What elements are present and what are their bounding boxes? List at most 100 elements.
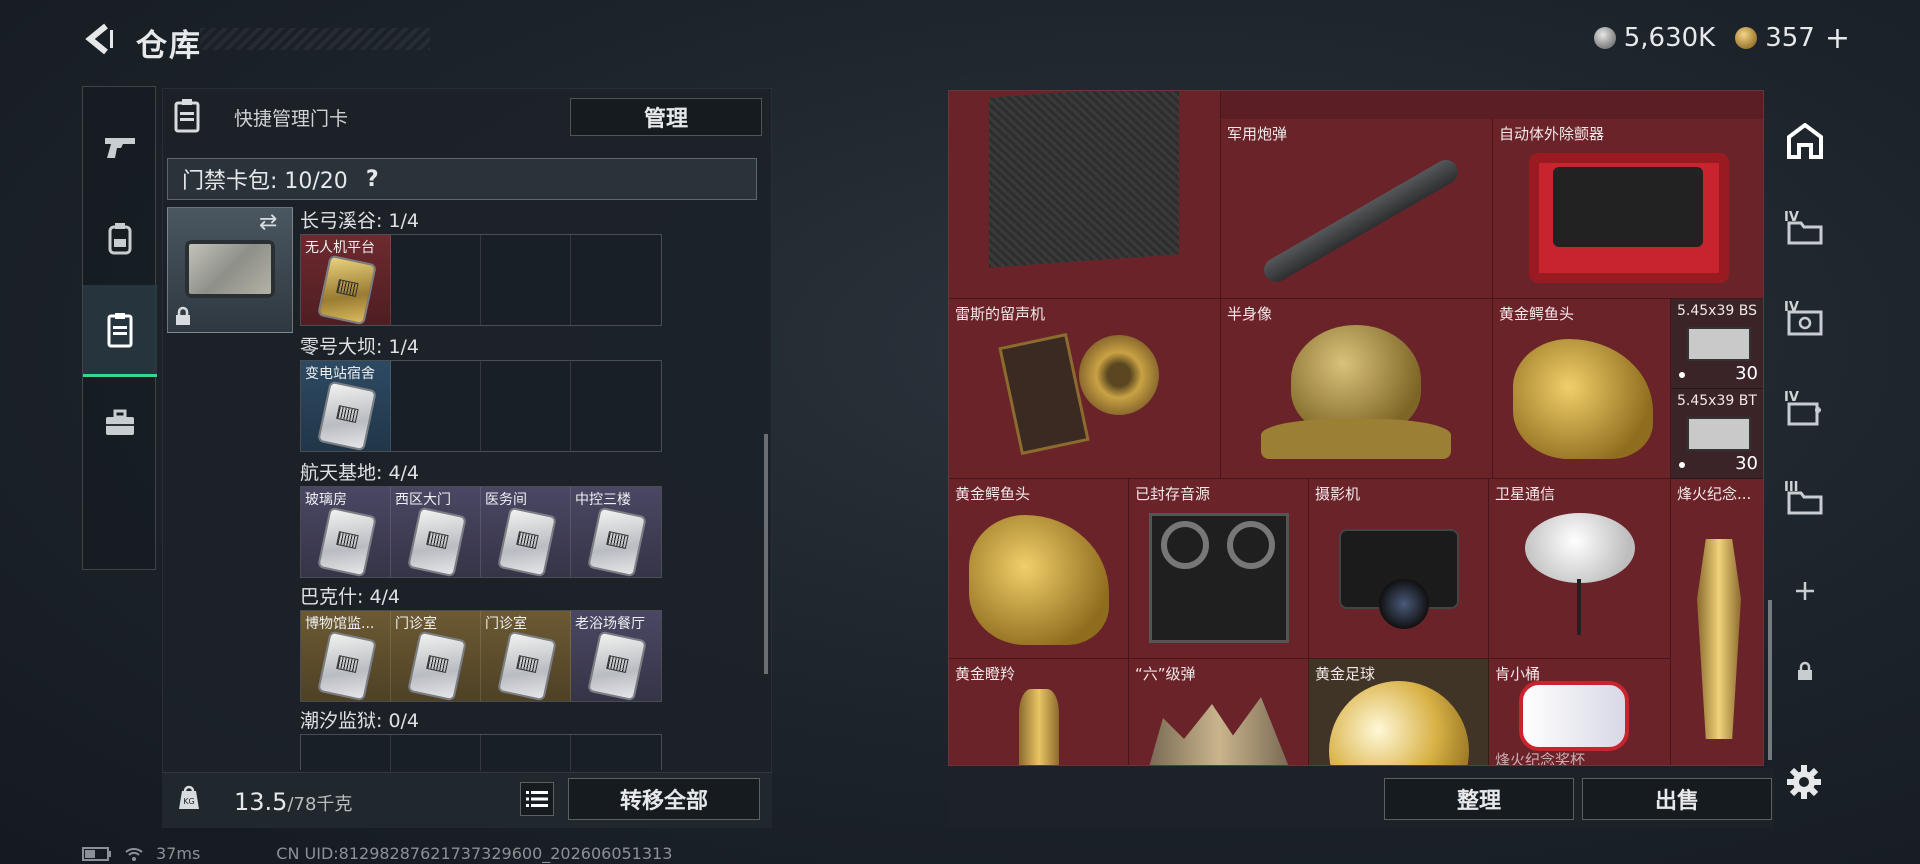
inventory-item[interactable]: 5.45x39 BS 30 — [1671, 299, 1763, 389]
keycard-slot[interactable]: 医务间 — [481, 487, 571, 577]
slot-name: 变电站宿舍 — [305, 366, 375, 382]
item-label: 军用炮弹 — [1227, 125, 1288, 143]
empty-slot[interactable] — [481, 235, 571, 325]
tab-supplies[interactable] — [83, 377, 157, 469]
sell-button[interactable]: 出售 — [1582, 778, 1772, 820]
briefcase-icon — [106, 409, 134, 435]
ping-value: 37ms — [156, 844, 201, 863]
inventory-item[interactable]: 卫星通信 — [1489, 479, 1671, 659]
keycard-image — [319, 509, 375, 575]
lock-icon — [174, 306, 192, 326]
back-button[interactable] — [78, 18, 120, 60]
keycard-image — [319, 257, 375, 323]
transfer-all-button[interactable]: 转移全部 — [568, 778, 760, 820]
keycard-slot[interactable]: 变电站宿舍 — [301, 361, 391, 451]
item-label: 烽火纪念奖杯 — [1495, 751, 1586, 766]
empty-slot[interactable] — [571, 361, 661, 451]
inventory-item[interactable]: “六”级弹 — [1129, 659, 1309, 765]
reel-left — [1161, 521, 1209, 569]
item-label: “六”级弹 — [1135, 665, 1196, 683]
inventory-item[interactable]: 已封存音源 — [1129, 479, 1309, 659]
empty-slot[interactable] — [391, 361, 481, 451]
inventory-item[interactable]: 军用炮弹 — [1221, 119, 1493, 299]
inventory-item[interactable]: 黄金鳄鱼头 — [949, 479, 1129, 659]
weight-max-value: /78千克 — [287, 794, 353, 815]
tab-equipment[interactable] — [83, 193, 157, 285]
empty-slot[interactable] — [391, 735, 481, 771]
help-icon[interactable]: ? — [366, 167, 379, 192]
item-count: 30 — [1735, 453, 1758, 474]
title-decoration — [200, 28, 430, 50]
tab-storage-safe-4[interactable]: IV — [1776, 282, 1834, 360]
inventory-item[interactable]: 黄金鳄鱼头 — [1493, 299, 1671, 479]
organize-button[interactable]: 整理 — [1384, 778, 1574, 820]
inventory-item[interactable]: 摄影机 — [1309, 479, 1489, 659]
slot-name: 玻璃房 — [305, 492, 347, 508]
keycard-slot[interactable]: 无人机平台 — [301, 235, 391, 325]
shell-image — [1259, 155, 1463, 287]
tab-storage-folder-3[interactable]: III — [1776, 462, 1834, 540]
keycard-icon — [172, 98, 202, 134]
item-label: 5.45x39 BS — [1677, 303, 1757, 319]
slot-name: 博物馆监... — [305, 616, 375, 632]
empty-slot[interactable] — [571, 235, 661, 325]
tab-keycards[interactable] — [83, 285, 157, 377]
add-currency-button[interactable]: + — [1825, 21, 1850, 56]
keycard-slot[interactable]: 老浴场餐厅 — [571, 611, 661, 701]
bucket-image — [1519, 681, 1629, 751]
settings-button[interactable] — [1786, 764, 1822, 800]
currency-gold[interactable]: 357 + — [1735, 21, 1850, 56]
empty-slot[interactable] — [391, 235, 481, 325]
inventory-item[interactable]: 黄金足球 — [1309, 659, 1489, 765]
inventory-item[interactable] — [949, 91, 1221, 299]
scrollbar[interactable] — [1768, 600, 1772, 760]
list-view-button[interactable] — [520, 782, 554, 816]
inventory-item[interactable]: 烽火纪念... — [1671, 479, 1763, 765]
empty-slot[interactable] — [481, 361, 571, 451]
tab-add-storage[interactable] — [1776, 552, 1834, 630]
golden-gazelle-image — [1019, 689, 1059, 765]
trophy-image — [1697, 539, 1741, 739]
inventory-item[interactable]: 自动体外除颤器 — [1493, 119, 1763, 299]
scrollbar[interactable] — [764, 434, 768, 674]
tab-locked-storage[interactable] — [1776, 632, 1834, 710]
empty-slot[interactable] — [571, 735, 661, 771]
tab-storage-medical-4[interactable]: IV — [1776, 372, 1834, 450]
slot-row: 无人机平台 — [300, 234, 662, 326]
manage-button[interactable]: 管理 — [570, 98, 762, 136]
tab-storage-home[interactable] — [1776, 102, 1834, 180]
empty-slot[interactable] — [301, 735, 391, 771]
keycard-slot[interactable]: 门诊室 — [391, 611, 481, 701]
keycard-slot[interactable]: 西区大门 — [391, 487, 481, 577]
inventory-item[interactable]: 5.45x39 BT 30 — [1671, 389, 1763, 479]
lock-icon — [1798, 661, 1812, 680]
wifi-icon — [125, 847, 143, 861]
tab-storage-folder-4[interactable]: IV — [1776, 192, 1834, 270]
swap-icon[interactable]: ⇄ — [259, 210, 277, 235]
inventory-item[interactable]: 黄金瞪羚 — [949, 659, 1129, 765]
keycard-slot[interactable]: 博物馆监... — [301, 611, 391, 701]
tab-weapons[interactable] — [83, 101, 157, 193]
keycard-slot[interactable]: 门诊室 — [481, 611, 571, 701]
gold-coin-icon — [1735, 27, 1758, 49]
keycard-slot[interactable]: 中控三楼 — [571, 487, 661, 577]
currency-silver: 5,630K — [1593, 23, 1715, 53]
phonograph-body — [998, 332, 1090, 456]
gun-icon — [105, 138, 135, 158]
inventory-item[interactable]: 雷斯的留声机 — [949, 299, 1221, 479]
inventory-item[interactable]: 肯小桶 烽火纪念奖杯 — [1489, 659, 1671, 766]
satellite-dish-image — [1525, 513, 1635, 583]
currency-bar: 5,630K 357 + — [1593, 21, 1850, 56]
inventory-item[interactable]: 半身像 — [1221, 299, 1493, 479]
left-category-tabs — [82, 86, 157, 570]
keycard-icon — [107, 312, 133, 347]
dot-icon — [1679, 372, 1685, 378]
card-wallet-count: 门禁卡包: 10/20 — [182, 169, 348, 194]
tab-level: III — [1784, 480, 1799, 495]
item-label: 半身像 — [1227, 305, 1273, 323]
empty-slot[interactable] — [481, 735, 571, 771]
keycard-slot[interactable]: 玻璃房 — [301, 487, 391, 577]
home-icon — [1787, 123, 1823, 159]
slot-name: 老浴场餐厅 — [575, 616, 645, 632]
inventory-grid: 军用炮弹 自动体外除颤器 雷斯的留声机 半身像 黄金鳄鱼头 5.45x39 BS… — [948, 90, 1764, 766]
